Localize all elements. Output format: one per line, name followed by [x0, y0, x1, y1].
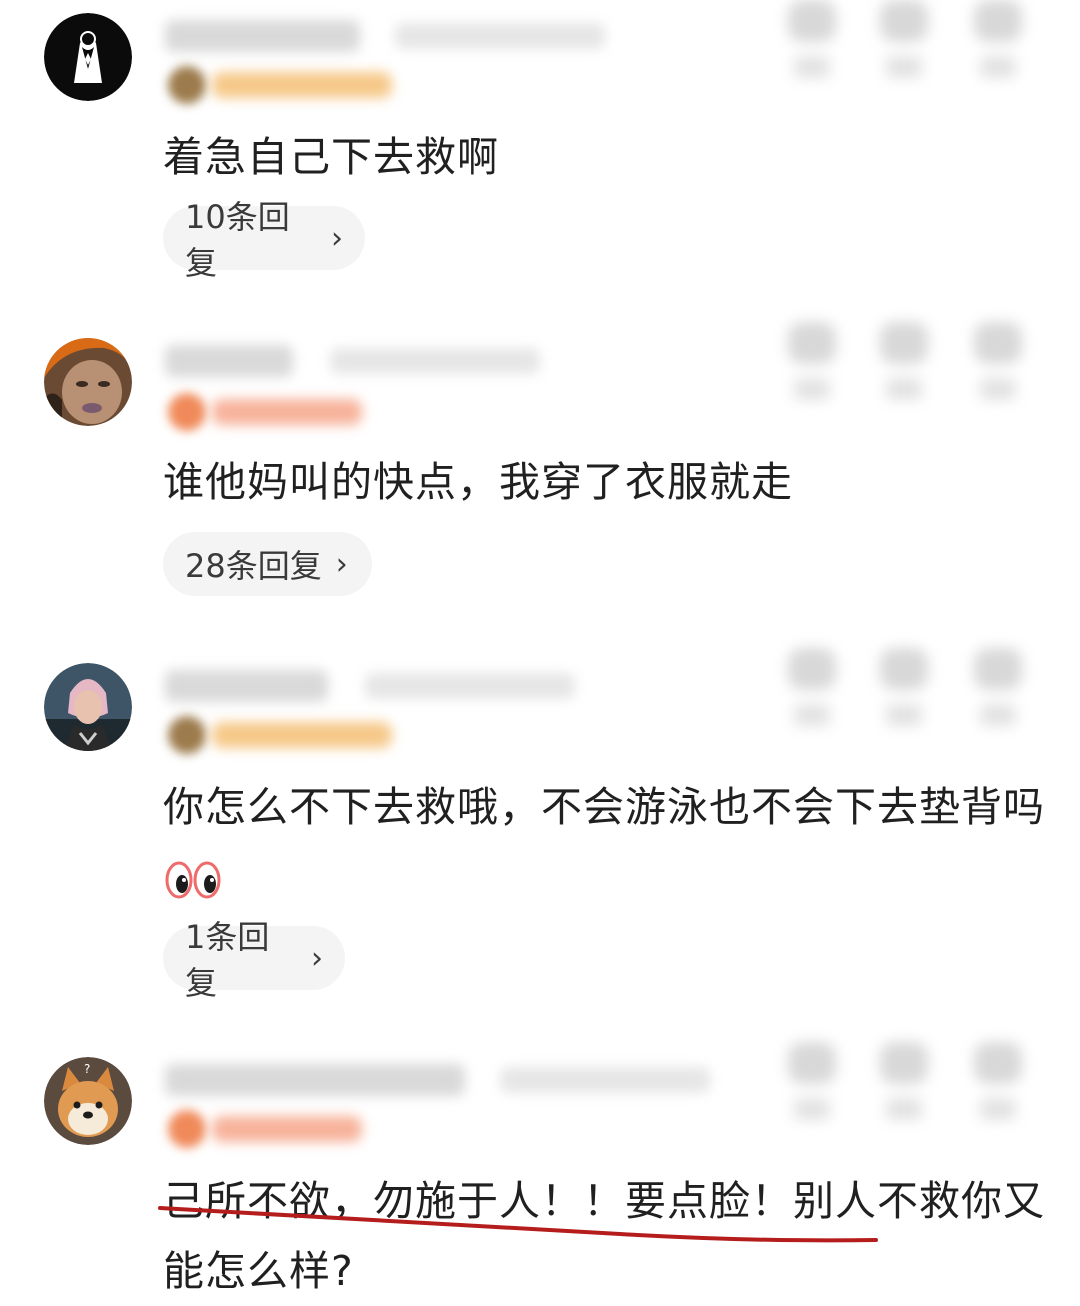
chevron-right-icon: ›: [331, 220, 343, 256]
view-replies-button[interactable]: 28条回复 ›: [163, 532, 372, 596]
view-replies-button[interactable]: 1条回复 ›: [163, 918, 345, 1002]
user-avatar[interactable]: [44, 663, 132, 751]
blurred-username: [165, 670, 328, 702]
more-button[interactable]: [966, 1042, 1030, 1132]
reply-count-label: 1条回复: [185, 918, 270, 1002]
blurred-meta: [365, 673, 575, 699]
chevron-right-icon: ›: [311, 940, 323, 976]
comment-text: 着急自己下去救啊: [163, 133, 499, 181]
user-avatar[interactable]: ?: [44, 1057, 132, 1145]
shiba-dog-avatar: ?: [44, 1057, 132, 1145]
badge-icon: [168, 393, 206, 431]
dislike-button[interactable]: [872, 1042, 936, 1132]
badge-icon: [168, 66, 206, 104]
dislike-button[interactable]: [872, 648, 936, 738]
like-button[interactable]: [780, 322, 844, 412]
view-replies-button[interactable]: 10条回复 ›: [163, 198, 365, 282]
blurred-meta: [500, 1067, 710, 1093]
tuxedo-man-avatar: [44, 13, 132, 101]
game-character-avatar: [44, 663, 132, 751]
like-button[interactable]: [780, 648, 844, 738]
comment-text: 谁他妈叫的快点，我穿了衣服就走: [163, 458, 793, 506]
blurred-badge: [212, 72, 392, 98]
comment-text: 己所不欲，勿施于人！！要点脸！别人不救你又能怎么样?: [163, 1177, 1045, 1295]
more-button[interactable]: [966, 322, 1030, 412]
blurred-meta: [330, 348, 540, 374]
blurred-username: [165, 20, 360, 52]
user-avatar[interactable]: [44, 13, 132, 101]
blurred-badge: [212, 399, 362, 425]
comment-text: 你怎么不下去救哦，不会游泳也不会下去垫背吗: [163, 772, 1053, 912]
blurred-badge: [212, 722, 392, 748]
reply-count-label: 28条回复: [185, 547, 322, 585]
dislike-button[interactable]: [872, 0, 936, 90]
badge-icon: [168, 1110, 206, 1148]
man-face-photo-avatar: [44, 338, 132, 426]
dislike-button[interactable]: [872, 322, 936, 412]
blurred-badge: [212, 1116, 362, 1142]
user-avatar[interactable]: [44, 338, 132, 426]
blurred-username: [165, 345, 293, 377]
blurred-meta: [395, 23, 605, 49]
chevron-right-icon: ›: [335, 546, 348, 582]
more-button[interactable]: [966, 0, 1030, 90]
eyes-emoji-icon: [165, 861, 221, 899]
badge-icon: [168, 716, 206, 754]
like-button[interactable]: [780, 1042, 844, 1132]
comment-text-content: 你怎么不下去救哦，不会游泳也不会下去垫背吗: [163, 783, 1045, 831]
more-button[interactable]: [966, 648, 1030, 738]
like-button[interactable]: [780, 0, 844, 90]
svg-text:?: ?: [84, 1062, 90, 1076]
reply-count-label: 10条回复: [185, 198, 290, 282]
blurred-username: [165, 1064, 465, 1096]
